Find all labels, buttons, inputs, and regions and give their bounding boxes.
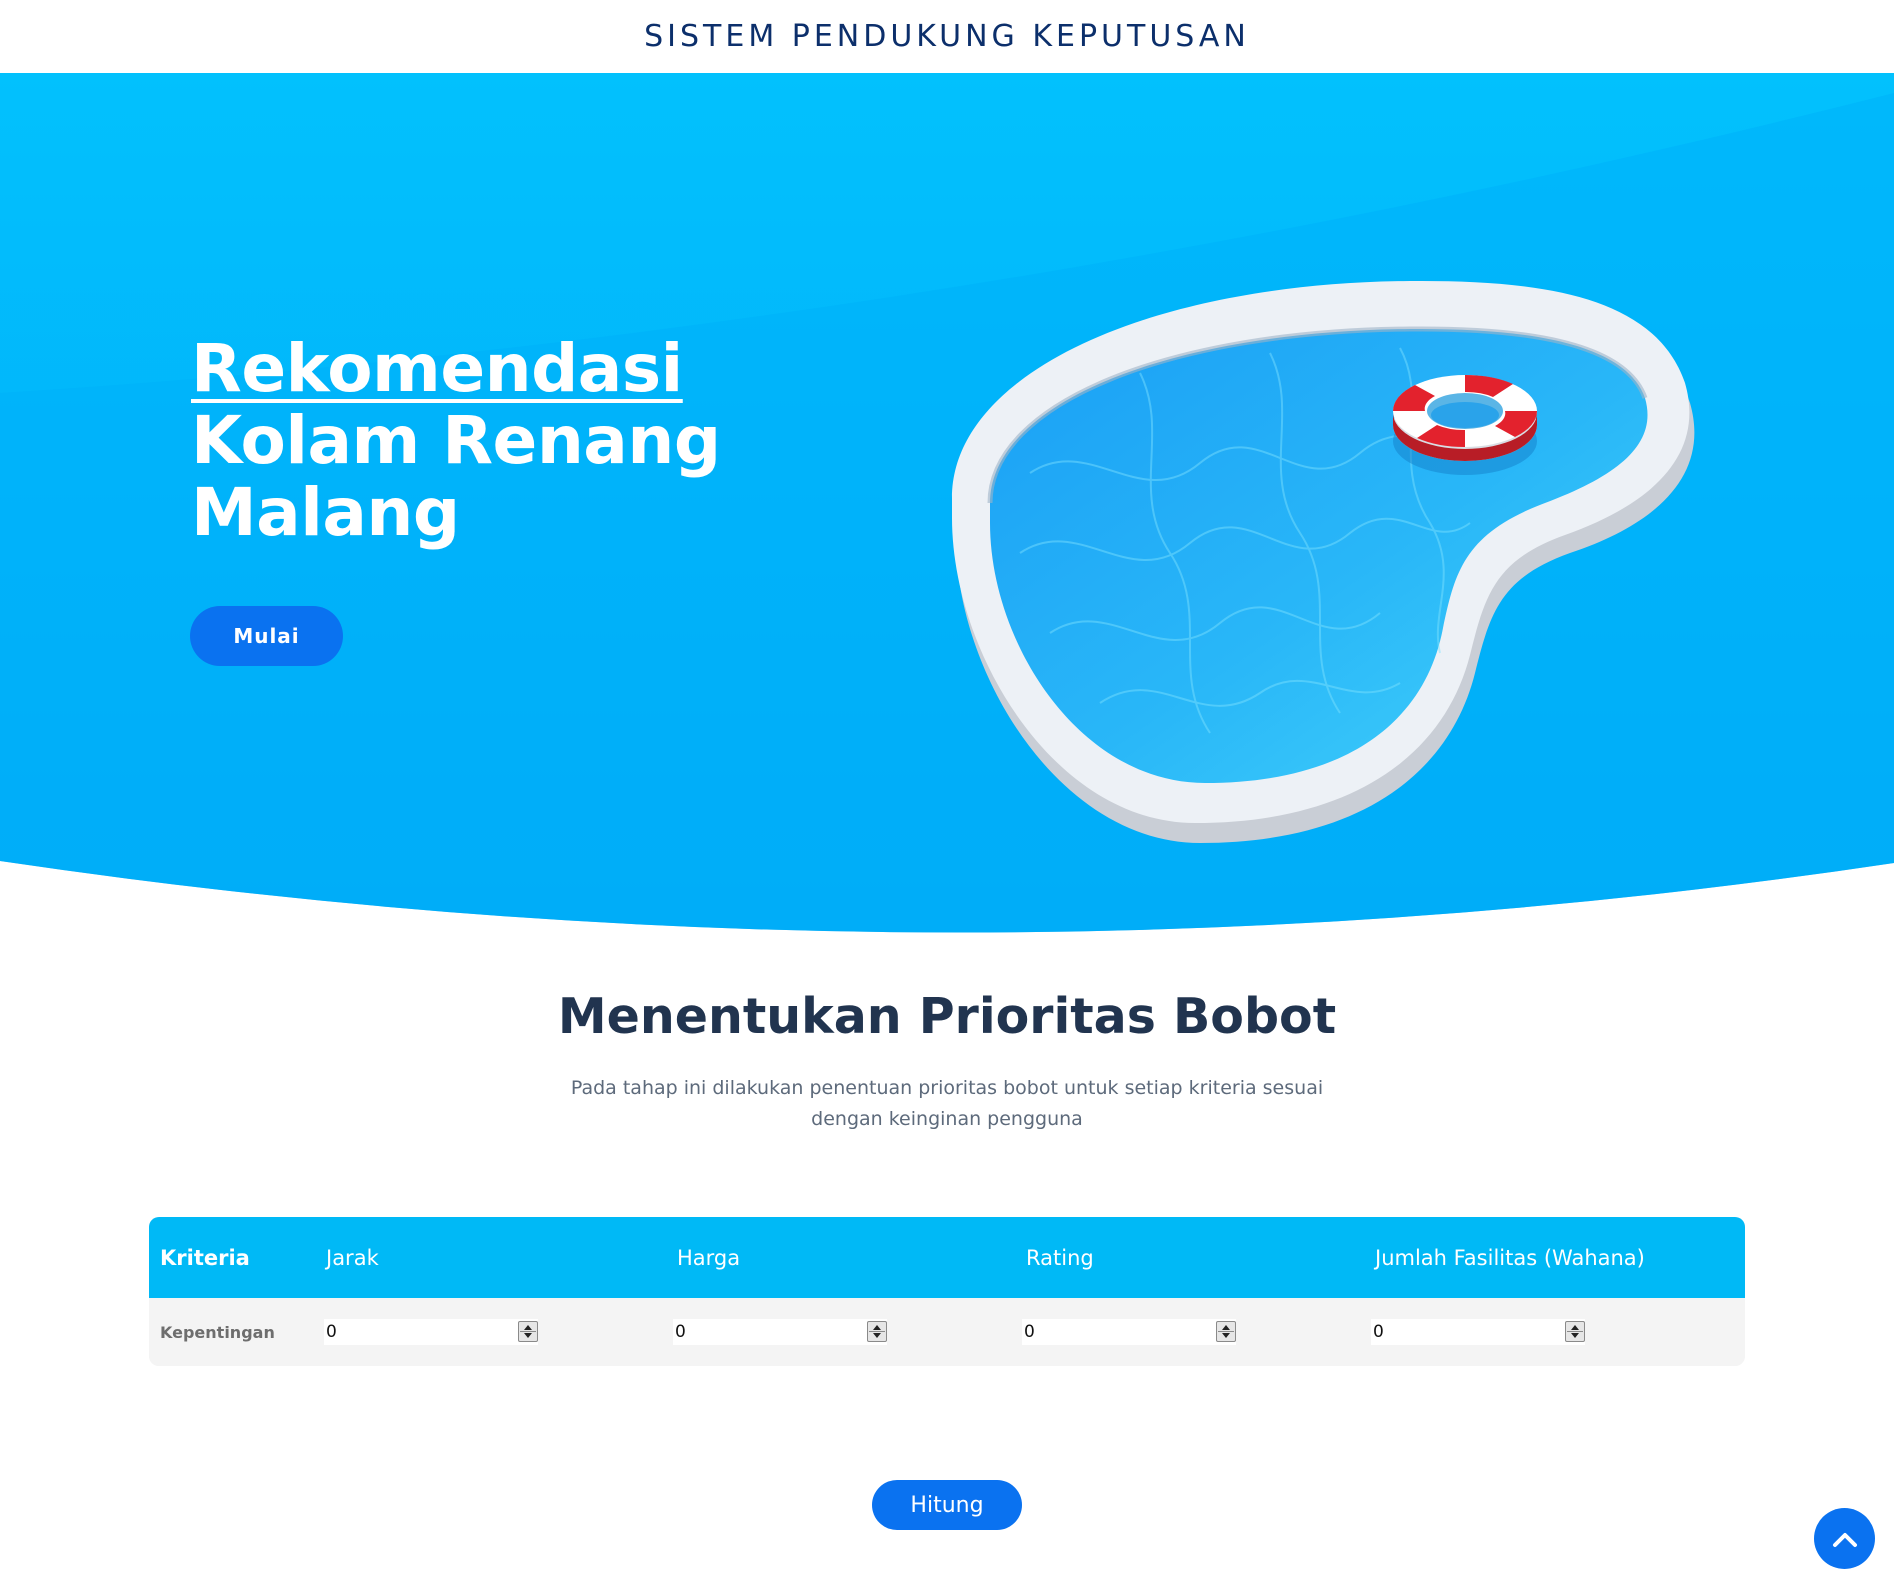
harga-weight-value: 0: [675, 1322, 686, 1342]
hero-title-line-2: Kolam Renang: [191, 402, 721, 479]
header-jarak: Jarak: [326, 1245, 379, 1270]
top-navbar: SISTEM PENDUKUNG KEPUTUSAN: [0, 0, 1894, 73]
hero-title: Rekomendasi Kolam Renang Malang: [191, 333, 721, 549]
fasilitas-weight-value: 0: [1373, 1322, 1384, 1342]
harga-weight-input[interactable]: 0: [673, 1319, 887, 1345]
header-harga: Harga: [677, 1245, 741, 1270]
site-brand[interactable]: SISTEM PENDUKUNG KEPUTUSAN: [644, 19, 1250, 54]
number-spinner-icon[interactable]: [1565, 1321, 1585, 1342]
hero-title-line-3: Malang: [191, 474, 460, 551]
header-jumlah-fasilitas: Jumlah Fasilitas (Wahana): [1375, 1245, 1645, 1270]
number-spinner-icon[interactable]: [1216, 1321, 1236, 1342]
hero-section: Rekomendasi Kolam Renang Malang Mulai: [0, 73, 1894, 960]
table-row: Kepentingan 0 0 0 0: [149, 1298, 1745, 1366]
pool-illustration: [952, 280, 1695, 844]
section-description: Pada tahap ini dilakukan penentuan prior…: [570, 1077, 1324, 1130]
fasilitas-weight-input[interactable]: 0: [1371, 1319, 1585, 1345]
header-criteria: Kriteria: [160, 1245, 250, 1270]
number-spinner-icon[interactable]: [867, 1321, 887, 1342]
scroll-to-top-button[interactable]: [1814, 1508, 1875, 1569]
rating-weight-value: 0: [1024, 1322, 1035, 1342]
table-header-row: Kriteria Jarak Harga Rating Jumlah Fasil…: [149, 1217, 1745, 1298]
row-label-kepentingan: Kepentingan: [160, 1322, 275, 1342]
criteria-table: Kriteria Jarak Harga Rating Jumlah Fasil…: [149, 1217, 1745, 1366]
section-title: Menentukan Prioritas Bobot: [557, 988, 1337, 1045]
chevron-up-icon: [1832, 1532, 1857, 1547]
jarak-weight-value: 0: [326, 1322, 337, 1342]
jarak-weight-input[interactable]: 0: [324, 1319, 538, 1345]
start-button[interactable]: Mulai: [190, 606, 343, 666]
number-spinner-icon[interactable]: [518, 1321, 538, 1342]
calculate-button[interactable]: Hitung: [872, 1480, 1022, 1530]
header-rating: Rating: [1026, 1245, 1094, 1270]
rating-weight-input[interactable]: 0: [1022, 1319, 1236, 1345]
hero-title-line-1: Rekomendasi: [191, 330, 683, 407]
